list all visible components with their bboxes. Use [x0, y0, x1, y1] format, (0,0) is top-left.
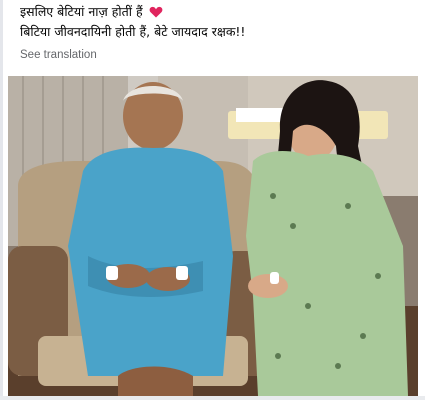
- post-bottom-border: [0, 396, 425, 400]
- woman-hand: [248, 274, 288, 298]
- wristband-right: [176, 266, 188, 280]
- post-photo[interactable]: [8, 76, 418, 396]
- photo-illustration: [8, 76, 418, 396]
- heart-icon: [149, 5, 163, 19]
- post-line-2: बिटिया जीवनदायिनी होती हैं, बेटे जायदाद …: [20, 22, 415, 42]
- post-text-line-2: बिटिया जीवनदायिनी होती हैं, बेटे जायदाद …: [20, 24, 246, 39]
- post-line-1: इसलिए बेटियां नाज़ होतीं हैं: [20, 2, 415, 22]
- woman-wristband: [270, 272, 279, 284]
- man-legs: [118, 366, 193, 396]
- facebook-post: इसलिए बेटियां नाज़ होतीं हैं बिटिया जीवन…: [0, 0, 425, 400]
- tissue-box: [236, 108, 284, 122]
- wristband-left: [106, 266, 118, 280]
- post-body: इसलिए बेटियां नाज़ होतीं हैं बिटिया जीवन…: [20, 2, 415, 42]
- post-text-line-1: इसलिए बेटियां नाज़ होतीं हैं: [20, 4, 143, 19]
- see-translation-link[interactable]: See translation: [20, 49, 97, 61]
- feed-border: [0, 0, 3, 400]
